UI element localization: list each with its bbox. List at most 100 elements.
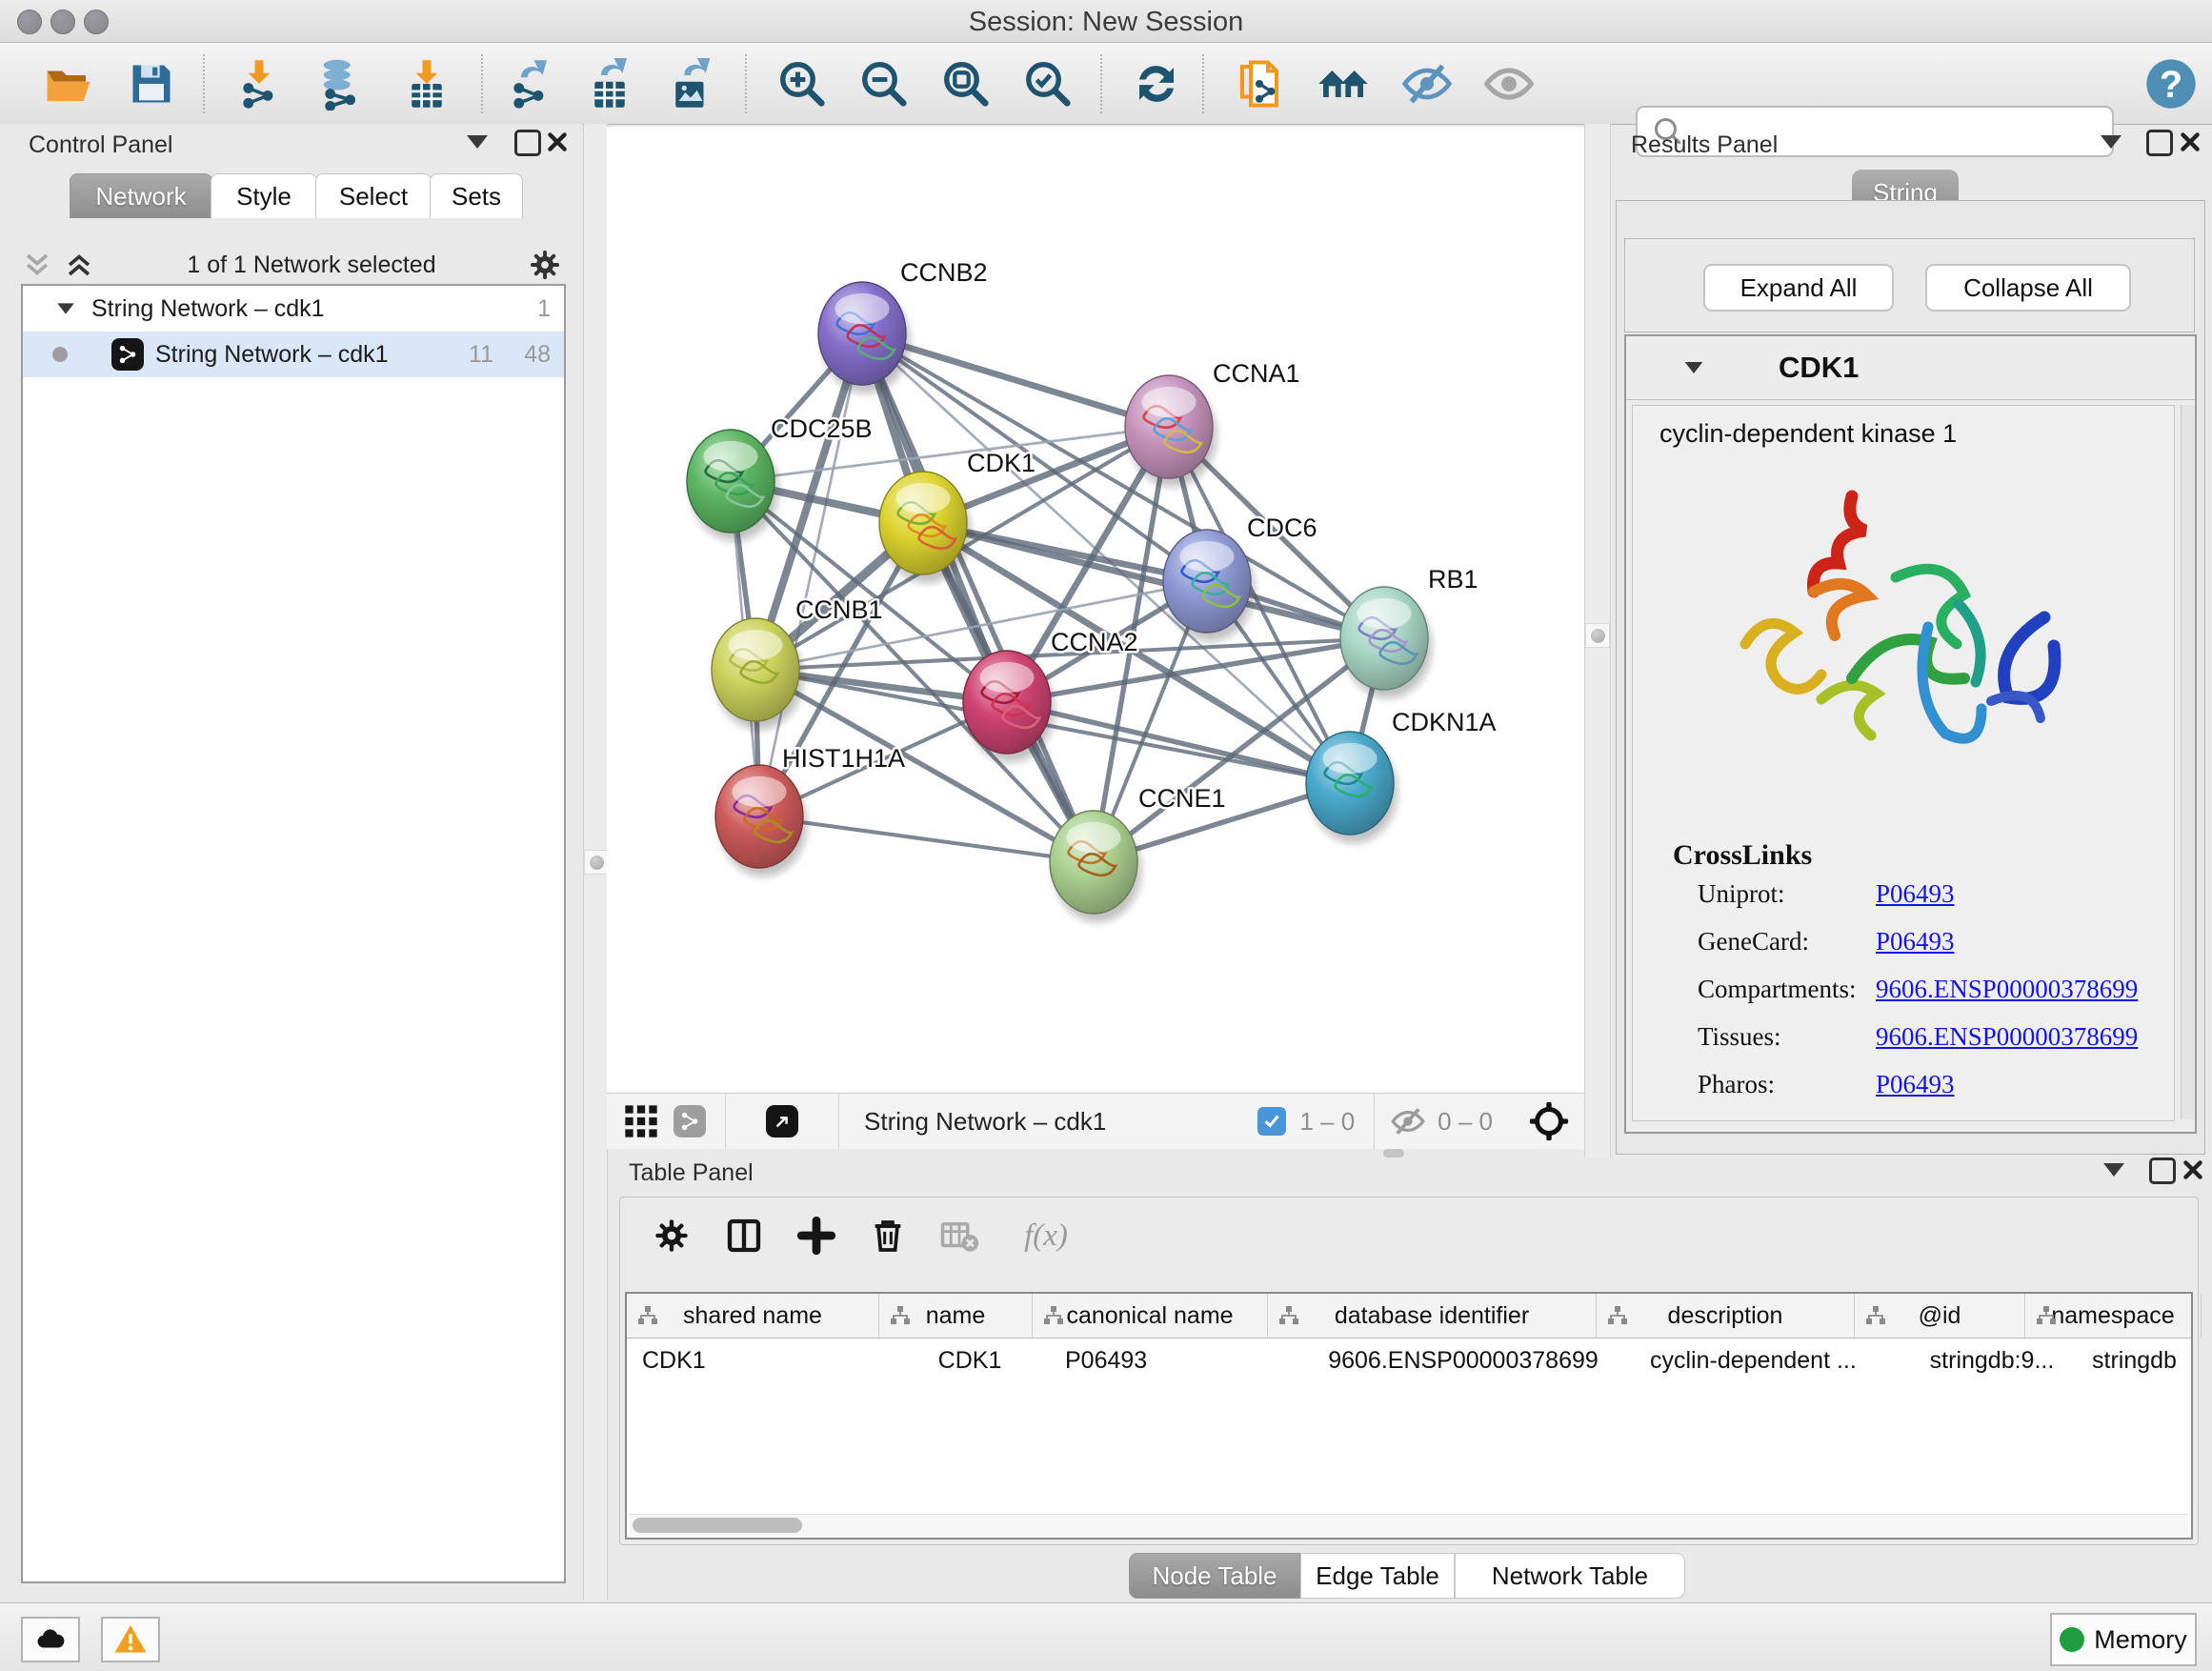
column-header-shared-name[interactable]: shared name [627, 1294, 879, 1338]
network-options-gear-icon[interactable] [528, 248, 562, 282]
cloud-button[interactable] [21, 1617, 80, 1662]
crosslink-link[interactable]: P06493 [1876, 1070, 1955, 1099]
zoom-selected-button[interactable] [1018, 56, 1077, 111]
help-button[interactable]: ? [2142, 56, 2201, 111]
left-splitter[interactable] [583, 124, 608, 1601]
detach-view-button[interactable] [766, 1105, 798, 1137]
crosslink-link[interactable]: 9606.ENSP00000378699 [1876, 975, 2138, 1004]
network-collection-row[interactable]: String Network – cdk1 1 [23, 286, 564, 332]
export-table-button[interactable] [580, 56, 639, 111]
create-column-button[interactable] [792, 1211, 841, 1260]
table-cell[interactable]: cyclin-dependent ... [1627, 1339, 1907, 1382]
collapse-all-networks-icon[interactable] [63, 249, 95, 281]
selected-checkbox[interactable] [1257, 1107, 1286, 1136]
network-edge[interactable] [862, 333, 1094, 862]
memory-button[interactable]: Memory [2050, 1613, 2197, 1666]
table-options-gear-button[interactable] [647, 1211, 696, 1260]
results-panel-menu-caret[interactable] [2101, 135, 2122, 149]
control-panel-menu-caret[interactable] [467, 135, 488, 149]
column-header-canonical-name[interactable]: canonical name [1033, 1294, 1268, 1338]
network-node-CCNB2[interactable] [818, 282, 910, 393]
tab-edge-table[interactable]: Edge Table [1300, 1553, 1455, 1599]
hide-selected-button[interactable] [1398, 56, 1457, 111]
tab-sets[interactable]: Sets [430, 173, 523, 218]
crosslink-link[interactable]: P06493 [1876, 927, 1955, 956]
expand-all-button[interactable]: Expand All [1703, 264, 1894, 312]
column-header-name[interactable]: name [879, 1294, 1033, 1338]
refresh-button[interactable] [1127, 56, 1186, 111]
network-row-selected[interactable]: String Network – cdk1 11 48 [23, 332, 564, 377]
table-panel-float-button[interactable] [2149, 1158, 2176, 1184]
table-cell[interactable]: P06493 [1046, 1339, 1299, 1382]
collection-caret-icon[interactable] [57, 303, 74, 313]
results-panel-float-button[interactable] [2146, 130, 2173, 156]
string-view-icon[interactable] [674, 1105, 706, 1137]
table-cell[interactable]: stringdb:9... [1907, 1339, 2077, 1382]
column-header-namespace[interactable]: namespace [2025, 1294, 2202, 1338]
results-panel-close-button[interactable] [2178, 130, 2202, 154]
network-node-CDK1[interactable] [879, 472, 971, 583]
network-edge[interactable] [759, 816, 1094, 862]
open-session-button[interactable] [39, 56, 98, 111]
show-columns-button[interactable] [719, 1211, 769, 1260]
network-node-HIST1H1A[interactable] [715, 765, 807, 876]
gene-section-header[interactable]: CDK1 [1626, 336, 2195, 400]
table-cell[interactable]: CDK1 [894, 1339, 1046, 1382]
grid-view-icon[interactable] [622, 1102, 660, 1140]
zoom-out-button[interactable] [855, 56, 914, 111]
table-row[interactable]: CDK1CDK1P064939606.ENSP00000378699cyclin… [627, 1339, 2191, 1382]
column-header-database-identifier[interactable]: database identifier [1268, 1294, 1597, 1338]
delete-column-button[interactable] [863, 1211, 913, 1260]
table-cell[interactable]: stringdb [2077, 1339, 2212, 1382]
warnings-button[interactable] [101, 1617, 160, 1662]
show-all-button[interactable] [1479, 56, 1538, 111]
tab-node-table[interactable]: Node Table [1129, 1553, 1300, 1599]
gene-caret-icon[interactable] [1685, 362, 1703, 373]
clone-network-button[interactable] [1230, 56, 1289, 111]
network-graph[interactable]: CCNB2CCNA1CDC25BCDK1CDC6RB1CCNB1CCNA2CDK… [607, 127, 1584, 1093]
first-neighbors-button[interactable] [1314, 56, 1373, 111]
export-network-button[interactable] [500, 56, 559, 111]
scrollbar-thumb[interactable] [633, 1518, 802, 1533]
gene-details-scrollbar[interactable] [2181, 405, 2195, 1119]
network-node-RB1[interactable] [1340, 587, 1432, 698]
zoom-in-button[interactable] [773, 56, 832, 111]
table-cell[interactable]: 9606.ENSP00000378699 [1299, 1339, 1627, 1382]
right-splitter-handle[interactable] [1585, 623, 1610, 648]
crosslink-link[interactable]: 9606.ENSP00000378699 [1876, 1022, 2138, 1052]
export-image-button[interactable] [661, 56, 720, 111]
tab-network-table[interactable]: Network Table [1455, 1553, 1685, 1599]
right-splitter[interactable] [1584, 124, 1611, 1158]
expand-all-networks-icon[interactable] [21, 249, 53, 281]
table-cell[interactable]: CDK1 [627, 1339, 894, 1382]
zoom-fit-button[interactable] [936, 56, 995, 111]
network-node-CCNA1[interactable] [1125, 375, 1217, 487]
delete-table-button[interactable] [935, 1211, 984, 1260]
collapse-all-button[interactable]: Collapse All [1925, 264, 2131, 312]
function-builder-button[interactable]: f(x) [1003, 1211, 1089, 1260]
node-table[interactable]: shared namenamecanonical namedatabase id… [625, 1292, 2193, 1540]
column-header-@id[interactable]: @id [1855, 1294, 2025, 1338]
network-node-CCNA2[interactable] [963, 651, 1055, 762]
birds-eye-view-icon[interactable] [1527, 1099, 1571, 1143]
tab-select[interactable]: Select [315, 173, 432, 218]
table-horizontal-scrollbar[interactable] [629, 1514, 2189, 1536]
network-node-CDKN1A[interactable] [1306, 732, 1398, 843]
tab-style[interactable]: Style [211, 173, 317, 218]
network-edge[interactable] [1007, 702, 1350, 783]
horizontal-splitter-handle[interactable] [1383, 1149, 1404, 1158]
table-panel-close-button[interactable] [2181, 1158, 2205, 1182]
crosslink-link[interactable]: P06493 [1876, 879, 1955, 909]
import-network-file-button[interactable] [230, 56, 289, 111]
network-node-CCNE1[interactable] [1050, 811, 1141, 922]
save-session-button[interactable] [122, 56, 181, 111]
tab-network[interactable]: Network [70, 173, 212, 218]
import-table-button[interactable] [397, 56, 456, 111]
column-header-description[interactable]: description [1597, 1294, 1855, 1338]
left-splitter-handle[interactable] [584, 850, 609, 875]
table-panel-menu-caret[interactable] [2103, 1163, 2124, 1177]
network-canvas[interactable]: CCNB2CCNA1CDC25BCDK1CDC6RB1CCNB1CCNA2CDK… [607, 127, 1584, 1093]
control-panel-float-button[interactable] [514, 130, 541, 156]
import-network-database-button[interactable] [310, 56, 369, 111]
control-panel-close-button[interactable] [545, 130, 570, 154]
